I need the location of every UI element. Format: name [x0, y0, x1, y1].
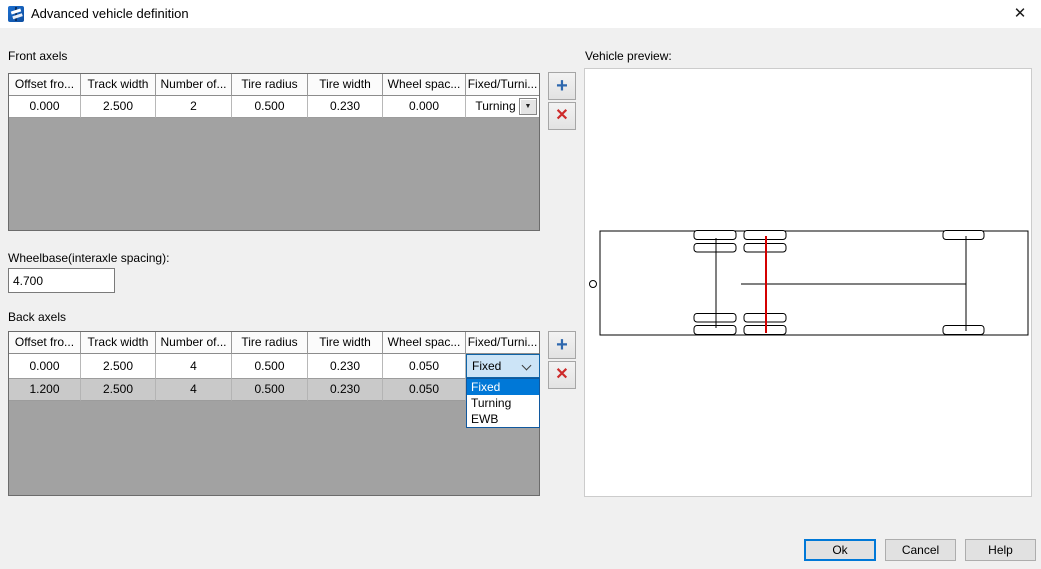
cell-wheel-spacing[interactable]: 0.050	[383, 379, 466, 401]
close-button[interactable]: ✕	[1005, 2, 1035, 26]
back-axles-label: Back axels	[8, 310, 66, 324]
back-add-axle-button[interactable]: +	[548, 331, 576, 359]
dropdown-arrow-button[interactable]: ▼	[519, 98, 537, 115]
cell-offset[interactable]: 0.000	[9, 96, 81, 118]
back-axle-row-1: 0.000 2.500 4 0.500 0.230 0.050	[9, 354, 539, 379]
cell-tire-radius[interactable]: 0.500	[232, 379, 308, 401]
column-header-wheel-spacing: Wheel spac...	[383, 332, 466, 354]
delete-icon: ✕	[549, 103, 575, 129]
column-header-offset: Offset fro...	[9, 332, 81, 354]
back-axles-table: Offset fro... Track width Number of... T…	[8, 331, 540, 496]
cell-number[interactable]: 4	[156, 379, 232, 401]
cell-number[interactable]: 4	[156, 354, 232, 379]
cell-fixed-turning-dropdown[interactable]: Turning ▼	[466, 96, 539, 118]
cell-tire-width[interactable]: 0.230	[308, 354, 383, 379]
reference-point-marker	[590, 281, 597, 288]
wheel	[744, 231, 786, 240]
column-header-track-width: Track width	[81, 332, 156, 354]
wheel	[744, 314, 786, 323]
cell-wheel-spacing[interactable]: 0.050	[383, 354, 466, 379]
plus-icon: +	[549, 74, 575, 99]
column-header-tire-width: Tire width	[308, 332, 383, 354]
app-icon	[8, 6, 24, 22]
plus-icon: +	[549, 333, 575, 358]
cell-track-width[interactable]: 2.500	[81, 354, 156, 379]
cell-track-width[interactable]: 2.500	[81, 96, 156, 118]
cell-number[interactable]: 2	[156, 96, 232, 118]
combobox-value: Fixed	[472, 359, 501, 373]
vehicle-body-outline	[600, 231, 1028, 335]
wheel	[943, 231, 984, 240]
fixed-turning-dropdown-list: Fixed Turning EWB	[466, 378, 540, 428]
cell-tire-radius[interactable]: 0.500	[232, 354, 308, 379]
column-header-fixed-turning: Fixed/Turni...	[466, 74, 539, 96]
front-axles-header-row: Offset fro... Track width Number of... T…	[9, 74, 539, 96]
wheel	[744, 326, 786, 335]
cell-tire-radius[interactable]: 0.500	[232, 96, 308, 118]
back-delete-axle-button[interactable]: ✕	[548, 361, 576, 389]
chevron-down-icon	[522, 361, 532, 371]
close-icon: ✕	[1014, 5, 1027, 22]
title-bar: Advanced vehicle definition ✕	[0, 0, 1041, 28]
cell-offset[interactable]: 0.000	[9, 354, 81, 379]
cell-offset[interactable]: 1.200	[9, 379, 81, 401]
cell-wheel-spacing[interactable]: 0.000	[383, 96, 466, 118]
front-axles-label: Front axels	[8, 49, 67, 63]
cell-tire-width[interactable]: 0.230	[308, 379, 383, 401]
back-table-empty-area	[9, 401, 539, 495]
column-header-fixed-turning: Fixed/Turni...	[466, 332, 539, 354]
dropdown-option-turning[interactable]: Turning	[467, 395, 539, 411]
cell-track-width[interactable]: 2.500	[81, 379, 156, 401]
wheelbase-input[interactable]	[8, 268, 115, 293]
wheel	[694, 314, 736, 323]
wheel	[943, 326, 984, 335]
wheels	[694, 231, 984, 335]
cancel-button[interactable]: Cancel	[885, 539, 956, 561]
dropdown-option-fixed[interactable]: Fixed	[467, 379, 539, 395]
column-header-number: Number of...	[156, 74, 232, 96]
window-title: Advanced vehicle definition	[31, 6, 189, 21]
vehicle-preview-label: Vehicle preview:	[585, 49, 672, 63]
column-header-tire-radius: Tire radius	[232, 332, 308, 354]
advanced-vehicle-definition-dialog: Advanced vehicle definition ✕ Front axel…	[0, 0, 1041, 569]
wheel	[694, 231, 736, 240]
column-header-number: Number of...	[156, 332, 232, 354]
vehicle-preview-canvas	[584, 68, 1032, 497]
column-header-tire-radius: Tire radius	[232, 74, 308, 96]
dropdown-option-ewb[interactable]: EWB	[467, 411, 539, 427]
front-table-empty-area	[9, 118, 539, 230]
column-header-wheel-spacing: Wheel spac...	[383, 74, 466, 96]
wheel	[694, 244, 736, 253]
front-delete-axle-button[interactable]: ✕	[548, 102, 576, 130]
cell-tire-width[interactable]: 0.230	[308, 96, 383, 118]
fixed-turning-combobox[interactable]: Fixed	[466, 354, 540, 378]
ok-button[interactable]: Ok	[804, 539, 876, 561]
fixed-turning-value: Turning	[475, 99, 515, 113]
wheel	[694, 326, 736, 335]
wheel	[744, 244, 786, 253]
dropdown-arrow-icon: ▼	[525, 103, 532, 110]
help-button[interactable]: Help	[965, 539, 1036, 561]
back-axles-header-row: Offset fro... Track width Number of... T…	[9, 332, 539, 354]
back-axle-row-2-selected: 1.200 2.500 4 0.500 0.230 0.050	[9, 379, 539, 401]
front-add-axle-button[interactable]: +	[548, 72, 576, 100]
delete-icon: ✕	[549, 362, 575, 388]
column-header-offset: Offset fro...	[9, 74, 81, 96]
vehicle-top-view-drawing	[585, 69, 1031, 496]
column-header-tire-width: Tire width	[308, 74, 383, 96]
front-axles-table: Offset fro... Track width Number of... T…	[8, 73, 540, 231]
column-header-track-width: Track width	[81, 74, 156, 96]
front-axle-row: 0.000 2.500 2 0.500 0.230 0.000 Turning …	[9, 96, 539, 118]
wheelbase-label: Wheelbase(interaxle spacing):	[8, 251, 169, 265]
